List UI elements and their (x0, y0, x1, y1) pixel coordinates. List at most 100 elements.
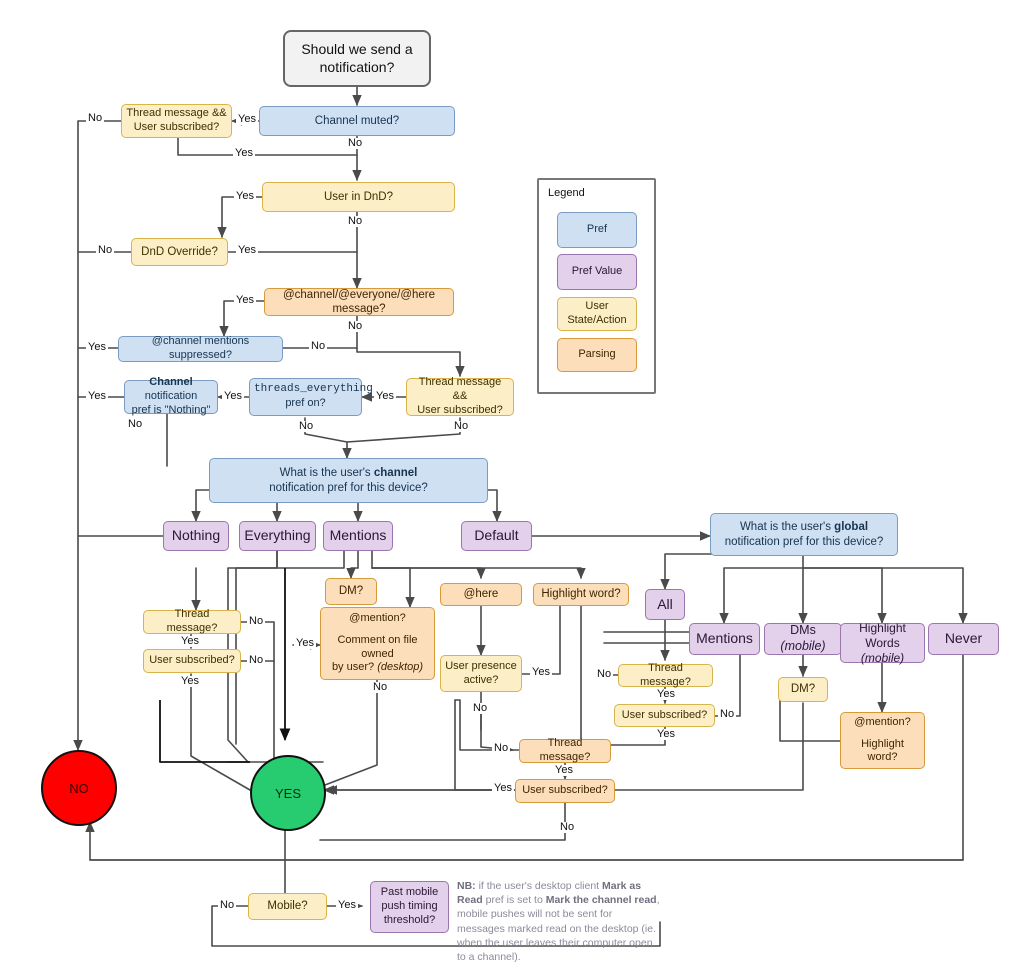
node-thread-message-a-label: Thread message? (166, 608, 218, 634)
edge-label-yes: Yes (222, 390, 244, 402)
node-mention-comment-line1: @mention? (349, 612, 406, 624)
node-channel-pref-nothing[interactable]: Channel notification pref is "Nothing" (124, 376, 218, 416)
node-highlight-word[interactable]: Highlight word? (533, 583, 629, 606)
node-user-presence-active[interactable]: User presence active? (440, 655, 522, 692)
node-at-here[interactable]: @here (440, 583, 522, 606)
node-mobile-question-label: Mobile? (267, 900, 308, 913)
edge-label-yes: Yes (234, 190, 256, 202)
node-mention-highlight-line2: Highlight word? (861, 737, 904, 764)
node-dm-question-2-label: DM? (790, 683, 816, 696)
node-threads-everything-pref-line2: pref on? (285, 397, 326, 409)
edge-label-yes: Yes (294, 637, 316, 649)
node-value-highlight-words-mobile[interactable]: Highlight Words (mobile) (840, 621, 925, 665)
legend-item-user-state-label: User State/Action (567, 300, 627, 326)
edge-label-yes: Yes (236, 113, 258, 125)
node-channel-notification-question[interactable]: What is the user's channel notification … (209, 458, 488, 503)
node-channel-muted[interactable]: Channel muted? (259, 106, 455, 136)
node-user-subscribed-b-label: User subscribed? (522, 784, 608, 797)
edge-label-yes: Yes (86, 341, 108, 353)
node-dm-question-2[interactable]: DM? (778, 677, 828, 702)
legend-title: Legend (548, 187, 585, 199)
flowchart-canvas: Should we send a notification? Channel m… (0, 0, 1024, 975)
node-user-subscribed-a[interactable]: User subscribed? (143, 649, 241, 673)
node-user-in-dnd[interactable]: User in DnD? (262, 182, 455, 212)
node-channel-question-line1-pre: What is the user's (279, 467, 374, 480)
node-user-subscribed-c-label: User subscribed? (621, 708, 708, 721)
terminal-yes[interactable]: YES (250, 755, 326, 831)
legend-panel: Legend Pref Pref Value User State/Action… (537, 178, 656, 394)
node-past-mobile-line1: Past mobile (380, 886, 439, 899)
node-value-mentions[interactable]: Mentions (323, 521, 393, 551)
connector-layer (73, 86, 968, 947)
node-thread-subscribed-1-line1: Thread message && (126, 107, 227, 120)
edge-label-no: No (309, 340, 328, 352)
edge-label-no: No (492, 742, 511, 754)
node-value-nothing[interactable]: Nothing (163, 521, 229, 551)
node-channel-pref-nothing-line2: pref is "Nothing" (131, 403, 211, 416)
node-mention-comment-line2: Comment on file owned (337, 633, 418, 660)
edge-label-yes: Yes (655, 728, 677, 740)
node-thread-subscribed-1[interactable]: Thread message && User subscribed? (121, 104, 232, 138)
node-mobile-question[interactable]: Mobile? (248, 893, 327, 920)
node-threads-everything-pref[interactable]: threads_everything pref on? (249, 378, 373, 416)
edge-label-no: No (346, 137, 365, 149)
terminal-yes-label: YES (274, 785, 301, 801)
edge-label-no: No (126, 418, 145, 430)
legend-item-parsing-label: Parsing (578, 348, 616, 361)
footnote-prefix: NB: (457, 880, 479, 892)
footnote-part1: if the user's desktop client (478, 880, 602, 892)
node-thread-message-b[interactable]: Thread message? (519, 737, 611, 763)
node-at-here-label: @here (463, 588, 499, 601)
node-thread-message-c[interactable]: Thread message? (618, 661, 713, 688)
node-mentions-suppressed[interactable]: @channel mentions suppressed? (118, 335, 283, 362)
node-global-question-line1-bold: global (834, 521, 869, 534)
legend-item-pref-value: Pref Value (557, 254, 637, 290)
edge-label-yes: Yes (553, 764, 575, 776)
node-mention-comment-desktop[interactable]: @mention? Comment on file owned by user?… (320, 607, 435, 680)
node-global-question-line1-pre: What is the user's (739, 521, 835, 534)
node-at-channel-message[interactable]: @channel/@everyone/@here message? (264, 288, 454, 316)
edge-label-no: No (371, 681, 390, 693)
node-value-global-mentions[interactable]: Mentions (689, 623, 760, 655)
edge-label-no: No (346, 320, 365, 332)
node-mention-highlight-line1: @mention? (854, 715, 911, 728)
node-user-subscribed-b[interactable]: User subscribed? (515, 779, 615, 803)
edge-label-yes: Yes (86, 390, 108, 402)
node-channel-muted-label: Channel muted? (314, 114, 400, 127)
node-global-notification-question[interactable]: What is the user's global notification p… (710, 513, 898, 556)
node-user-subscribed-c[interactable]: User subscribed? (614, 704, 715, 727)
node-thread-message-c-label: Thread message? (640, 661, 691, 688)
legend-item-parsing: Parsing (557, 338, 637, 372)
node-value-all[interactable]: All (645, 589, 685, 620)
node-thread-message-a[interactable]: Thread message? (143, 608, 241, 634)
node-value-dms-mobile[interactable]: DMs (mobile) (764, 623, 842, 655)
edge-label-yes: Yes (179, 675, 201, 687)
node-value-default[interactable]: Default (461, 521, 532, 551)
edge-label-yes: Yes (236, 244, 258, 256)
node-value-mentions-label: Mentions (329, 527, 387, 544)
node-dm-question[interactable]: DM? (325, 578, 377, 605)
node-mention-highlight[interactable]: @mention? Highlight word? (840, 712, 925, 769)
edge-label-no: No (247, 615, 266, 627)
node-value-default-label: Default (474, 527, 519, 544)
node-thread-message-b-label: Thread message? (539, 737, 591, 763)
node-start-label: Should we send a notification? (301, 41, 413, 75)
node-past-mobile-threshold[interactable]: Past mobile push timing threshold? (370, 881, 449, 933)
node-start[interactable]: Should we send a notification? (283, 30, 431, 87)
node-dnd-override[interactable]: DnD Override? (131, 238, 228, 266)
node-value-dms-mobile-pre: DMs (790, 623, 816, 638)
node-user-presence-line2: active? (463, 673, 499, 686)
edge-label-yes: Yes (234, 294, 256, 306)
node-dnd-override-label: DnD Override? (141, 245, 218, 258)
edge-label-yes: Yes (492, 782, 514, 794)
edge-label-no: No (346, 215, 365, 227)
edge-label-yes: Yes (655, 688, 677, 700)
node-thread-subscribed-2[interactable]: Thread message && User subscribed? (406, 376, 514, 416)
edge-label-no: No (471, 702, 490, 714)
node-channel-pref-nothing-bold: Channel (149, 376, 193, 389)
legend-item-pref: Pref (557, 212, 637, 248)
terminal-no[interactable]: NO (41, 750, 117, 826)
node-value-everything[interactable]: Everything (239, 521, 316, 551)
edge-label-no: No (595, 668, 614, 680)
node-value-never[interactable]: Never (928, 623, 999, 655)
